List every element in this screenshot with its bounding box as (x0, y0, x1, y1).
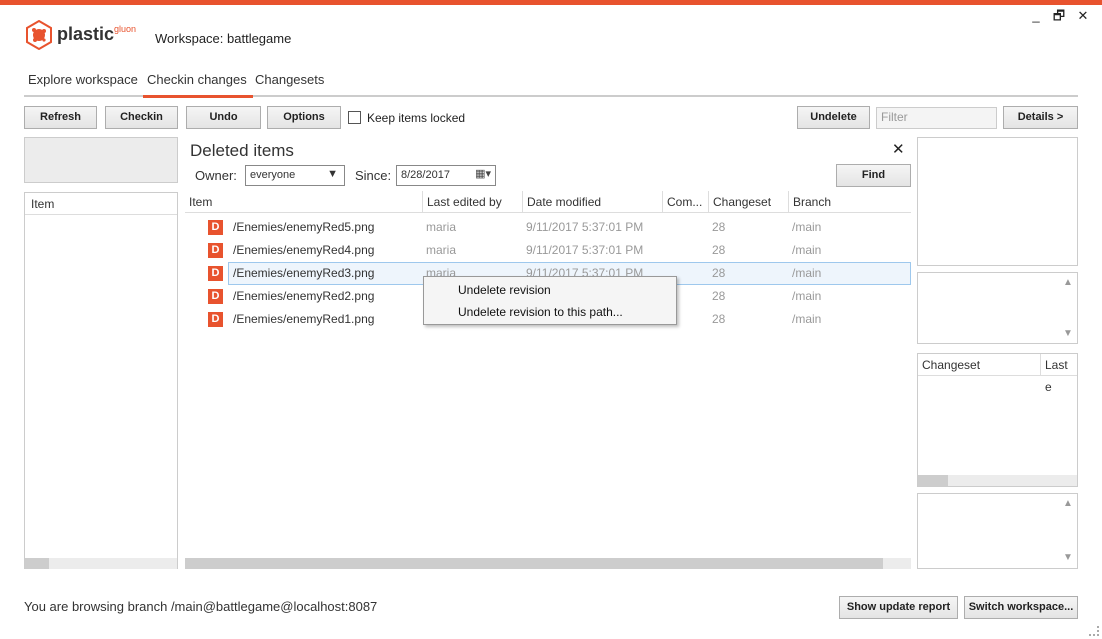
comment-vscrollbar[interactable]: ▲ ▼ (1061, 273, 1077, 343)
row-item: /Enemies/enemyRed3.png (233, 266, 375, 280)
row-date: 9/11/2017 5:37:01 PM (526, 220, 644, 234)
minimize-button[interactable]: _ (1027, 8, 1045, 24)
owner-label: Owner: (195, 168, 237, 183)
scroll-down-icon[interactable]: ▼ (1063, 552, 1073, 563)
owner-select[interactable]: everyone ▼ (245, 165, 345, 186)
row-changeset: 28 (712, 220, 726, 234)
col-last-right[interactable]: Last e (1040, 354, 1077, 394)
tab-checkin-changes[interactable]: Checkin changes (147, 72, 247, 87)
col-changeset[interactable]: Changeset (708, 191, 771, 213)
scroll-up-icon[interactable]: ▲ (1063, 277, 1073, 288)
row-item: /Enemies/enemyRed5.png (233, 220, 375, 234)
col-item[interactable]: Item (185, 191, 212, 213)
row-branch: /main (792, 220, 822, 234)
undelete-button[interactable]: Undelete (797, 106, 870, 129)
menu-undelete-revision-to-path[interactable]: Undelete revision to this path... (458, 305, 623, 319)
keep-locked-checkbox[interactable] (348, 111, 361, 124)
table-scroll-thumb[interactable] (185, 558, 883, 569)
changeset-scroll-thumb[interactable] (918, 475, 948, 486)
since-label: Since: (355, 168, 392, 183)
context-menu: Undelete revision Undelete revision to t… (423, 276, 677, 325)
row-branch: /main (792, 289, 822, 303)
deleted-status-icon: D (208, 289, 223, 304)
find-button[interactable]: Find (836, 164, 911, 187)
title-accent-bar (0, 0, 1102, 5)
changeset-hscrollbar[interactable] (918, 475, 1077, 486)
close-deleted-icon[interactable]: ✕ (892, 140, 905, 158)
chevron-down-icon: ▼ (327, 168, 338, 180)
row-item: /Enemies/enemyRed2.png (233, 289, 375, 303)
col-comment[interactable]: Com... (662, 191, 702, 213)
calendar-icon[interactable]: ▦▾ (475, 167, 491, 180)
right-detail-panel: ▲ ▼ (917, 493, 1078, 569)
table-header: Item Last edited by Date modified Com...… (185, 191, 911, 213)
tab-explore-workspace[interactable]: Explore workspace (28, 72, 138, 87)
row-changeset: 28 (712, 266, 726, 280)
refresh-button[interactable]: Refresh (24, 106, 97, 129)
keep-locked-label: Keep items locked (367, 111, 466, 125)
left-item-header[interactable]: Item (25, 193, 177, 215)
row-branch: /main (792, 312, 822, 326)
col-branch[interactable]: Branch (788, 191, 831, 213)
left-hscrollbar[interactable] (25, 558, 177, 569)
row-changeset: 28 (712, 243, 726, 257)
col-last-edited[interactable]: Last edited by (422, 191, 502, 213)
col-date-modified[interactable]: Date modified (522, 191, 601, 213)
col-changeset-right[interactable]: Changeset (918, 354, 980, 376)
deleted-status-icon: D (208, 312, 223, 327)
right-changeset-panel: Changeset Last e (917, 353, 1078, 487)
table-hscrollbar[interactable] (185, 558, 911, 569)
restore-button[interactable]: 🗗 (1050, 8, 1068, 24)
scroll-down-icon[interactable]: ▼ (1063, 328, 1073, 339)
menu-undelete-revision[interactable]: Undelete revision (458, 283, 551, 297)
table-row[interactable]: D /Enemies/enemyRed5.png maria 9/11/2017… (185, 216, 911, 239)
active-tab-indicator (143, 95, 253, 98)
plastic-logo-icon (26, 20, 52, 50)
row-branch: /main (792, 243, 822, 257)
show-update-report-button[interactable]: Show update report (839, 596, 958, 619)
row-item: /Enemies/enemyRed4.png (233, 243, 375, 257)
deleted-status-icon: D (208, 243, 223, 258)
scroll-up-icon[interactable]: ▲ (1063, 498, 1073, 509)
tab-changesets[interactable]: Changesets (255, 72, 324, 87)
right-comment-panel: ▲ ▼ (917, 272, 1078, 344)
right-preview-panel (917, 137, 1078, 266)
row-changeset: 28 (712, 289, 726, 303)
owner-value: everyone (250, 169, 296, 181)
checkin-button[interactable]: Checkin (105, 106, 178, 129)
detail-vscrollbar[interactable]: ▲ ▼ (1061, 494, 1077, 568)
app-brand: plasticgluon (57, 24, 137, 44)
status-text: You are browsing branch /main@battlegame… (24, 599, 378, 614)
details-button[interactable]: Details > (1003, 106, 1078, 129)
row-date: 9/11/2017 5:37:01 PM (526, 243, 644, 257)
close-window-button[interactable]: ✕ (1074, 8, 1092, 24)
since-value: 8/28/2017 (401, 169, 450, 181)
deleted-items-title: Deleted items (190, 141, 294, 160)
row-changeset: 28 (712, 312, 726, 326)
undo-button[interactable]: Undo (186, 106, 261, 129)
filter-input[interactable]: Filter (876, 107, 997, 129)
resize-grip-icon[interactable] (1089, 626, 1099, 636)
changeset-header: Changeset Last e (918, 354, 1077, 394)
deleted-items-table: Item Last edited by Date modified Com...… (185, 191, 911, 569)
brand-suffix: gluon (114, 24, 137, 34)
row-branch: /main (792, 266, 822, 280)
row-user: maria (426, 243, 457, 257)
left-summary-box (24, 137, 178, 183)
switch-workspace-button[interactable]: Switch workspace... (964, 596, 1078, 619)
workspace-title: Workspace: battlegame (155, 31, 292, 46)
left-items-panel: Item (24, 192, 178, 569)
since-date-picker[interactable]: 8/28/2017 ▦▾ (396, 165, 496, 186)
left-scroll-thumb[interactable] (25, 558, 49, 569)
deleted-status-icon: D (208, 220, 223, 235)
options-button[interactable]: Options (267, 106, 341, 129)
deleted-status-icon: D (208, 266, 223, 281)
row-item: /Enemies/enemyRed1.png (233, 312, 375, 326)
table-row[interactable]: D /Enemies/enemyRed4.png maria 9/11/2017… (185, 239, 911, 262)
row-user: maria (426, 220, 457, 234)
